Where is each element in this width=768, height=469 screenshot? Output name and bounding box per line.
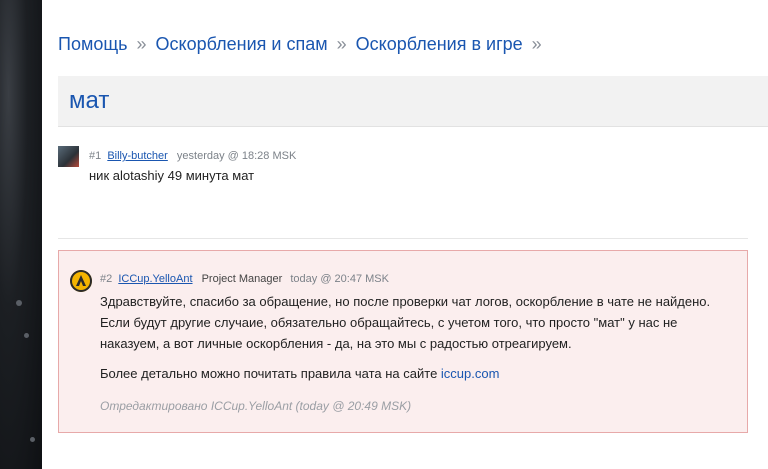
post-body: Здравствуйте, спасибо за обращение, но п…: [100, 291, 740, 384]
breadcrumb-separator: »: [531, 34, 542, 54]
topic-title-bar: мат: [58, 76, 768, 127]
post-meta: #2 ICCup.YelloAnt Project Manager today …: [100, 273, 389, 285]
avatar[interactable]: [58, 146, 79, 167]
breadcrumb: Помощь » Оскорбления и спам » Оскорбления в …: [58, 34, 551, 55]
author-link[interactable]: ICCup.YelloAnt: [118, 273, 192, 285]
side-background: [0, 0, 42, 469]
breadcrumb-separator: »: [136, 34, 147, 54]
paragraph-text: Более детально можно почитать правила ча…: [100, 366, 438, 381]
breadcrumb-item-insults-in-game[interactable]: Оскорбления в игре: [356, 34, 523, 54]
breadcrumb-item-help[interactable]: Помощь: [58, 34, 128, 54]
decor-dot: [30, 437, 35, 442]
site-link[interactable]: iccup.com: [441, 366, 500, 381]
post-time: yesterday @ 18:28 MSK: [176, 150, 297, 162]
divider: [58, 238, 748, 239]
edited-note: Отредактировано ICCup.YelloAnt (today @ …: [100, 399, 412, 413]
post-body: ник alotashiy 49 минута мат: [89, 168, 255, 183]
decor-dot: [16, 300, 22, 306]
post-number[interactable]: #1: [89, 150, 101, 162]
post-paragraph: Более детально можно почитать правила ча…: [100, 363, 740, 384]
avatar[interactable]: [70, 270, 92, 292]
breadcrumb-separator: »: [336, 34, 347, 54]
ant-logo-icon: [76, 275, 86, 286]
author-link[interactable]: Billy-butcher: [107, 150, 168, 162]
page-title: мат: [69, 87, 110, 114]
author-role: Project Manager: [201, 273, 283, 285]
post-paragraph: Здравствуйте, спасибо за обращение, но п…: [100, 294, 711, 351]
breadcrumb-item-insults-spam[interactable]: Оскорбления и спам: [156, 34, 328, 54]
post-2-staff-reply: #2 ICCup.YelloAnt Project Manager today …: [58, 250, 748, 433]
decor-dot: [24, 333, 29, 338]
post-number[interactable]: #2: [100, 273, 112, 285]
post-meta: #1 Billy-butcher yesterday @ 18:28 MSK: [89, 150, 296, 162]
post-time: today @ 20:47 MSK: [290, 273, 389, 285]
